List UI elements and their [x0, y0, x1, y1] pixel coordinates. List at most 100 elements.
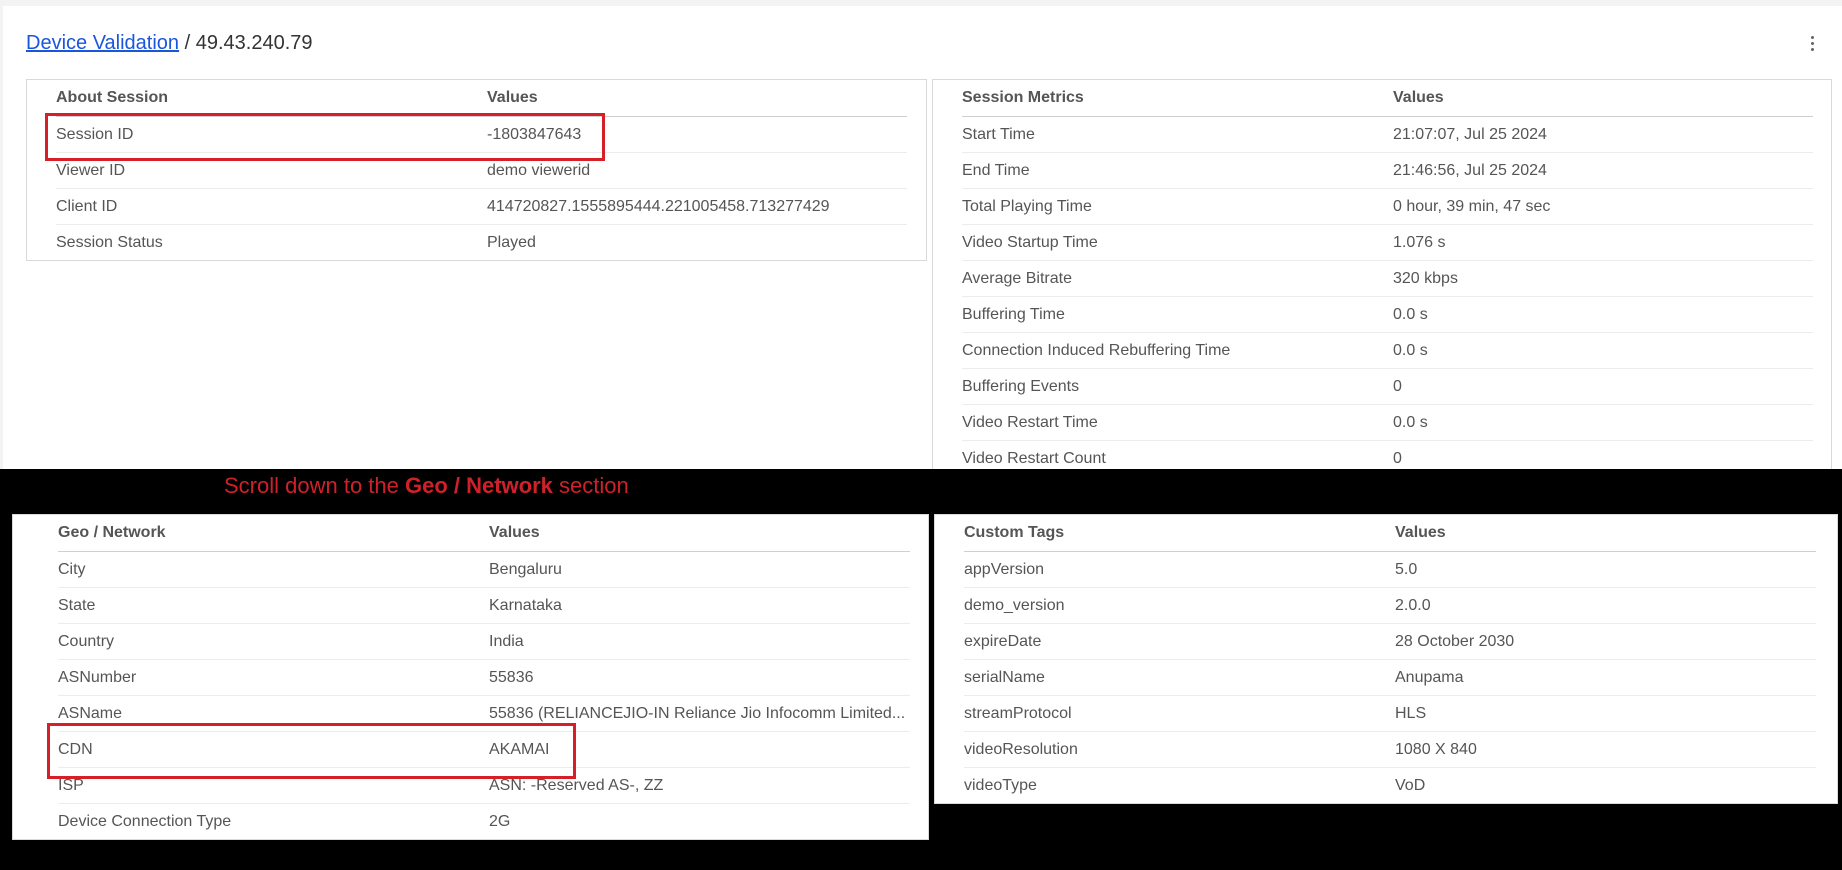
table-row: Session Status Played	[56, 225, 907, 261]
row-label: City	[58, 551, 489, 588]
row-label: Session ID	[56, 116, 487, 153]
table-row: Client ID 414720827.1555895444.221005458.…	[56, 188, 907, 225]
column-header: Values	[487, 80, 907, 117]
row-label: Client ID	[56, 188, 487, 225]
row-label: Viewer ID	[56, 152, 487, 189]
table-row: Start Time 21:07:07, Jul 25 2024	[962, 116, 1813, 153]
row-label: Session Status	[56, 233, 163, 251]
table-row: streamProtocol HLS	[964, 695, 1816, 732]
table-row: City Bengaluru	[58, 551, 910, 588]
table-row: videoType VoD	[964, 768, 1816, 804]
table-row: Session ID -1803847643	[56, 116, 907, 153]
row-value: Bengaluru	[489, 551, 910, 588]
table-row: Buffering Events 0	[962, 368, 1813, 405]
row-label: serialName	[964, 659, 1395, 696]
row-value: 0	[1393, 368, 1813, 405]
row-value: HLS	[1395, 695, 1816, 732]
instruction-suffix: section	[552, 473, 629, 498]
row-value: 28 October 2030	[1395, 623, 1816, 660]
breadcrumb: Device Validation / 49.43.240.79	[26, 32, 313, 55]
row-value: 0.0 s	[1393, 332, 1813, 369]
breadcrumb-link-device-validation[interactable]: Device Validation	[26, 32, 179, 54]
row-label: Buffering Events	[962, 368, 1393, 405]
row-value: 21:46:56, Jul 25 2024	[1393, 152, 1813, 189]
breadcrumb-separator: /	[179, 32, 196, 54]
table-row: End Time 21:46:56, Jul 25 2024	[962, 152, 1813, 189]
row-label: Video Restart Time	[962, 404, 1393, 441]
column-header: About Session	[56, 80, 487, 117]
instruction-prefix: Scroll down to the	[224, 473, 405, 498]
row-label: Average Bitrate	[962, 260, 1393, 297]
row-value: 1080 X 840	[1395, 731, 1816, 768]
table-row: Video Restart Time 0.0 s	[962, 404, 1813, 441]
column-header: Values	[489, 515, 910, 552]
row-value: 21:07:07, Jul 25 2024	[1393, 116, 1813, 153]
row-value: Karnataka	[489, 587, 910, 624]
scroll-instruction: Scroll down to the Geo / Network section	[224, 473, 629, 499]
column-header: Values	[1393, 80, 1813, 117]
row-label: videoResolution	[964, 731, 1395, 768]
row-value: ASN: -Reserved AS-, ZZ	[489, 767, 910, 804]
table-header-row: About Session Values	[56, 80, 907, 117]
table-row: expireDate 28 October 2030	[964, 623, 1816, 660]
row-label: expireDate	[964, 623, 1395, 660]
row-label: Video Startup Time	[962, 224, 1393, 261]
row-value: demo viewerid	[487, 152, 907, 189]
row-label: ISP	[58, 767, 489, 804]
row-label: Connection Induced Rebuffering Time	[962, 332, 1393, 369]
row-value: -1803847643	[487, 116, 907, 153]
table-row: appVersion 5.0	[964, 551, 1816, 588]
row-value: 414720827.1555895444.221005458.713277429	[487, 188, 907, 225]
row-label: End Time	[962, 152, 1393, 189]
table-header-row: Session Metrics Values	[962, 80, 1813, 117]
geo-network-panel: Geo / Network Values City Bengaluru State…	[12, 514, 929, 840]
instruction-bold: Geo / Network	[404, 473, 553, 498]
table-row: demo_version 2.0.0	[964, 587, 1816, 624]
table-row: CDN AKAMAI	[58, 731, 910, 768]
about-session-panel: About Session Values Session ID -18038476…	[26, 79, 927, 261]
table-row: Buffering Time 0.0 s	[962, 296, 1813, 333]
row-label: streamProtocol	[964, 695, 1395, 732]
row-label: ASNumber	[58, 659, 489, 696]
row-label: Buffering Time	[962, 296, 1393, 333]
table-header-row: Geo / Network Values	[58, 515, 910, 552]
row-label: demo_version	[964, 587, 1395, 624]
table-row: Average Bitrate 320 kbps	[962, 260, 1813, 297]
row-value: 2G	[489, 812, 511, 830]
table-row: Video Startup Time 1.076 s	[962, 224, 1813, 261]
row-label: appVersion	[964, 551, 1395, 588]
row-value: India	[489, 623, 910, 660]
custom-tags-panel: Custom Tags Values appVersion 5.0 demo_ve…	[934, 514, 1838, 804]
about-session-table: About Session Values Session ID -18038476…	[56, 80, 907, 260]
row-value: 0 hour, 39 min, 47 sec	[1393, 188, 1813, 225]
row-label: videoType	[964, 776, 1037, 794]
table-row: ASName 55836 (RELIANCEJIO-IN Reliance Jio…	[58, 695, 910, 732]
row-label: State	[58, 587, 489, 624]
table-row: serialName Anupama	[964, 659, 1816, 696]
row-value: Played	[487, 233, 536, 251]
row-value: 55836 (RELIANCEJIO-IN Reliance Jio Infoc…	[489, 695, 910, 732]
row-label: ASName	[58, 695, 489, 732]
row-label: CDN	[58, 731, 489, 768]
row-label: Start Time	[962, 116, 1393, 153]
column-header: Session Metrics	[962, 80, 1393, 117]
table-row: videoResolution 1080 X 840	[964, 731, 1816, 768]
breadcrumb-current: 49.43.240.79	[195, 32, 313, 54]
row-value: 2.0.0	[1395, 587, 1816, 624]
row-label: Device Connection Type	[58, 812, 232, 830]
row-value: 0.0 s	[1393, 296, 1813, 333]
column-header: Custom Tags	[964, 515, 1395, 552]
left-band	[0, 6, 3, 469]
table-row: Country India	[58, 623, 910, 660]
row-value: 320 kbps	[1393, 260, 1813, 297]
table-row: ISP ASN: -Reserved AS-, ZZ	[58, 767, 910, 804]
top-band	[0, 0, 1842, 6]
row-value: 5.0	[1395, 551, 1816, 588]
table-header-row: Custom Tags Values	[964, 515, 1816, 552]
row-value: 55836	[489, 659, 910, 696]
table-row: Connection Induced Rebuffering Time 0.0 s	[962, 332, 1813, 369]
table-row: State Karnataka	[58, 587, 910, 624]
session-metrics-table: Session Metrics Values Start Time 21:07:0…	[962, 80, 1813, 476]
vertical-ellipsis-icon[interactable]	[1810, 36, 1816, 54]
row-value: 1.076 s	[1393, 224, 1813, 261]
